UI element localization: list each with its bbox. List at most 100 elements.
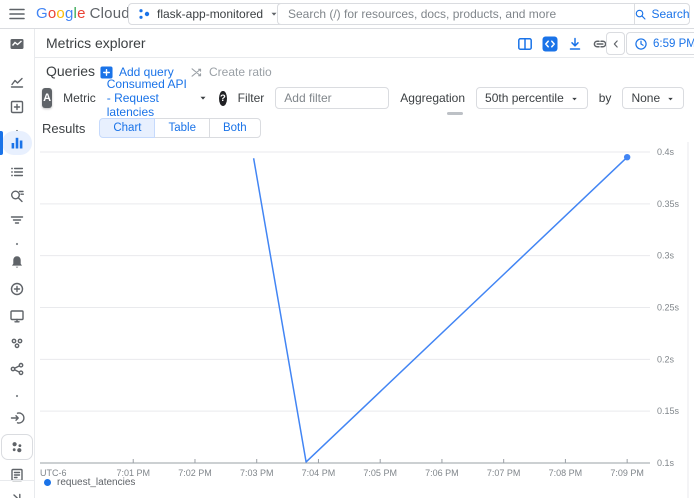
filter-label: Filter xyxy=(238,91,265,105)
search-button-label: Search xyxy=(651,7,689,21)
sidebar-divider xyxy=(0,480,34,481)
y-tick-label: 0.25s xyxy=(657,303,680,313)
top-app-bar: GoogleCloud flask-app-monitored Search xyxy=(0,0,694,29)
x-tick-label: 7:09 PM xyxy=(610,468,644,478)
sidebar-groups-glyph xyxy=(9,335,25,351)
create-ratio-label: Create ratio xyxy=(209,65,272,79)
google-cloud-logo: GoogleCloud xyxy=(36,5,130,22)
left-nav-sidebar xyxy=(0,28,35,498)
clock-icon xyxy=(634,37,648,51)
sidebar-logs-glyph xyxy=(9,188,25,204)
search-icon xyxy=(634,8,647,21)
time-range-label: 6:59 PM – 7:09 xyxy=(653,38,694,50)
sidebar-item-alerting[interactable] xyxy=(2,160,32,184)
sidebar-services-glyph xyxy=(9,439,25,455)
x-tick-label: 7:07 PM xyxy=(487,468,521,478)
query-builder-row: A Metric Consumed API - Request latencie… xyxy=(42,86,694,110)
aggregation-selector[interactable]: 50th percentile xyxy=(476,87,588,109)
sidebar-item-overview[interactable] xyxy=(2,70,32,94)
metric-value: Consumed API - Request latencies xyxy=(107,77,193,119)
x-tick-label: 7:08 PM xyxy=(549,468,583,478)
x-tick-label: 7:02 PM xyxy=(178,468,212,478)
sidebar-item-integrations[interactable] xyxy=(2,357,32,381)
page-title: Metrics explorer xyxy=(46,35,146,51)
group-by-selector[interactable]: None xyxy=(622,87,684,109)
sidebar-item-uptime-checks[interactable] xyxy=(2,304,32,328)
sidebar-item-migrate[interactable] xyxy=(2,406,32,430)
filter-input[interactable] xyxy=(275,87,389,109)
sidebar-alerting-glyph xyxy=(9,164,25,180)
legend-label: request_latencies xyxy=(57,477,135,488)
results-row: Results ChartTableBoth xyxy=(42,118,261,138)
sidebar-item-dashboards[interactable] xyxy=(2,95,32,119)
time-range-picker[interactable]: 6:59 PM – 7:09 xyxy=(626,32,694,55)
x-tick-label: 7:04 PM xyxy=(302,468,336,478)
sidebar-item-health-checks[interactable] xyxy=(2,277,32,301)
x-tick-label: 7:06 PM xyxy=(425,468,459,478)
header-divider xyxy=(0,57,694,58)
project-icon xyxy=(137,6,151,22)
sidebar-separator-dot xyxy=(2,384,32,408)
series-end-point[interactable] xyxy=(624,154,630,160)
results-title: Results xyxy=(42,121,85,136)
sidebar-dashboards-glyph xyxy=(9,99,25,115)
x-tick-label: 7:05 PM xyxy=(363,468,397,478)
monitoring-logo-icon[interactable] xyxy=(2,32,32,56)
queries-section-title: Queries xyxy=(46,63,95,79)
aggregation-value: 50th percentile xyxy=(485,91,564,105)
global-search: Search xyxy=(277,3,690,25)
sidebar-trace-glyph xyxy=(9,212,25,228)
sidebar-item-services[interactable] xyxy=(2,435,32,459)
y-tick-label: 0.35s xyxy=(657,199,680,209)
metric-label: Metric xyxy=(63,91,96,105)
tab-chart[interactable]: Chart xyxy=(99,118,155,138)
collapse-time-range-button[interactable] xyxy=(606,32,625,55)
chevron-left-icon xyxy=(610,38,622,50)
download-icon[interactable] xyxy=(567,36,583,52)
metrics-explorer-page: GoogleCloud flask-app-monitored Search M… xyxy=(0,0,694,498)
results-view-tabs: ChartTableBoth xyxy=(99,118,260,138)
sidebar-migrate-glyph xyxy=(9,410,25,426)
group-by-value: None xyxy=(631,91,660,105)
y-tick-label: 0.3s xyxy=(657,251,675,261)
chevron-down-icon xyxy=(570,94,579,103)
sidebar-notifications-glyph xyxy=(9,254,25,270)
by-label: by xyxy=(599,91,612,105)
cloud-wordmark: Cloud xyxy=(90,5,130,22)
side-by-side-icon[interactable] xyxy=(517,36,533,52)
sidebar-health-checks-glyph xyxy=(9,281,25,297)
tab-both[interactable]: Both xyxy=(209,118,261,138)
sidebar-item-groups[interactable] xyxy=(2,331,32,355)
sidebar-integrations-glyph xyxy=(9,361,25,377)
sidebar-metrics-explorer-glyph xyxy=(9,135,25,151)
search-input[interactable] xyxy=(277,3,634,25)
metric-selector[interactable]: Consumed API - Request latencies xyxy=(107,77,208,119)
chevron-down-icon xyxy=(198,93,208,103)
sidebar-item-metrics-explorer[interactable] xyxy=(2,131,32,155)
project-selector[interactable]: flask-app-monitored xyxy=(128,3,288,25)
latency-line-chart[interactable]: 0.4s0.35s0.3s0.25s0.2s0.15s0.1s7:01 PM7:… xyxy=(34,142,694,498)
help-icon[interactable]: ? xyxy=(219,91,227,106)
sidebar-item-trace[interactable] xyxy=(2,208,32,232)
horizontal-scrollbar-thumb[interactable] xyxy=(447,112,463,115)
query-letter-badge: A xyxy=(42,88,52,108)
project-name: flask-app-monitored xyxy=(157,7,263,21)
menu-icon[interactable] xyxy=(8,6,26,22)
sidebar-collapse-button[interactable] xyxy=(2,486,32,498)
search-button[interactable]: Search xyxy=(634,3,690,25)
sidebar-uptime-checks-glyph xyxy=(9,308,25,324)
selected-indicator xyxy=(0,131,3,155)
chart-legend: request_latencies xyxy=(44,477,135,488)
series-line-request_latencies[interactable] xyxy=(254,157,628,462)
sidebar-item-reports[interactable] xyxy=(2,463,32,487)
code-editor-icon[interactable] xyxy=(542,36,558,52)
monitoring-logo-icon-glyph xyxy=(9,36,25,52)
aggregation-label: Aggregation xyxy=(400,91,465,105)
y-tick-label: 0.2s xyxy=(657,354,675,364)
y-tick-label: 0.4s xyxy=(657,147,675,157)
legend-dot xyxy=(44,479,51,486)
sidebar-item-notifications[interactable] xyxy=(2,250,32,274)
sidebar-item-logs[interactable] xyxy=(2,184,32,208)
tab-table[interactable]: Table xyxy=(154,118,210,138)
sidebar-collapse-glyph xyxy=(9,490,25,498)
